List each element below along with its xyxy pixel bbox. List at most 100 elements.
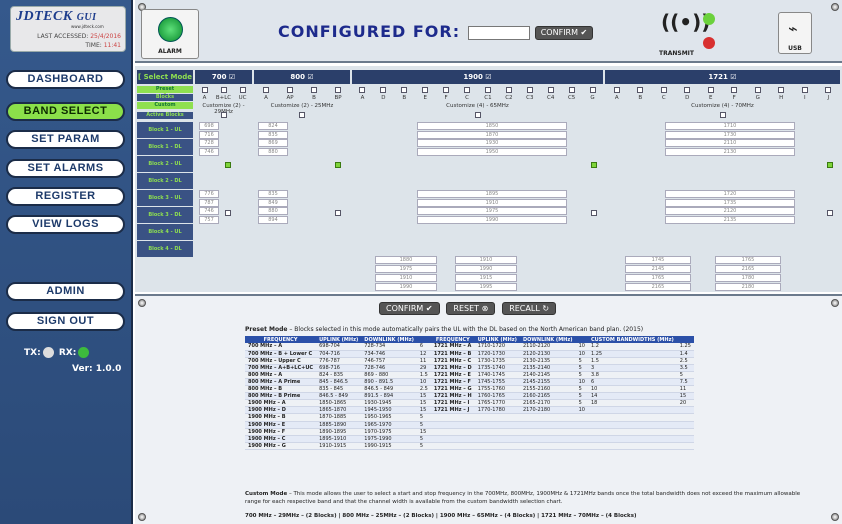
frequency-input[interactable]: 776	[199, 190, 219, 198]
frequency-input[interactable]: 2135	[665, 215, 795, 224]
nav-set-param-button[interactable]: SET PARAM	[6, 130, 125, 149]
frequency-input[interactable]: 2180	[715, 283, 781, 291]
frequency-input[interactable]: 698	[199, 122, 219, 130]
frequency-input[interactable]: 1710	[665, 122, 795, 130]
frequency-input[interactable]: 1870	[417, 130, 567, 139]
nav-view-logs-button[interactable]: VIEW LOGS	[6, 215, 125, 234]
preset-checkbox[interactable]	[443, 87, 450, 93]
sign-out-button[interactable]: SIGN OUT	[6, 312, 125, 331]
frequency-input[interactable]: 716	[199, 130, 219, 139]
frequency-input[interactable]: 1910	[375, 274, 437, 282]
preset-checkbox[interactable]	[660, 87, 667, 93]
frequency-input[interactable]: 1910	[417, 198, 567, 207]
preset-checkbox[interactable]	[637, 87, 644, 93]
frequency-input[interactable]: 849	[258, 198, 288, 207]
frequency-input[interactable]: 880	[258, 207, 288, 215]
preset-checkbox[interactable]	[589, 87, 596, 93]
nav-dashboard-button[interactable]: DASHBOARD	[6, 70, 125, 89]
table-header: FREQUENCY	[245, 336, 317, 343]
configured-for-input[interactable]	[468, 26, 530, 40]
preset-checkbox[interactable]	[825, 87, 832, 93]
confirm-button[interactable]: CONFIRM ✔	[379, 302, 440, 315]
preset-checkbox[interactable]	[401, 87, 408, 93]
frequency-input[interactable]: 1950	[417, 147, 567, 156]
frequency-input[interactable]: 2120	[665, 207, 795, 215]
preset-checkbox[interactable]	[464, 87, 471, 93]
frequency-input[interactable]: 1990	[455, 265, 517, 273]
preset-checkbox[interactable]	[613, 87, 620, 93]
frequency-input[interactable]: 728	[199, 139, 219, 147]
frequency-input[interactable]: 2165	[715, 265, 781, 273]
preset-checkbox[interactable]	[754, 87, 761, 93]
preset-checkbox[interactable]	[311, 87, 317, 93]
preset-checkbox[interactable]	[684, 87, 691, 93]
frequency-input[interactable]: 1765	[625, 274, 691, 282]
frequency-input[interactable]: 1730	[665, 130, 795, 139]
preset-checkbox[interactable]	[239, 87, 246, 93]
active-blocks-checkbox[interactable]	[474, 112, 481, 118]
preset-checkbox[interactable]	[568, 87, 575, 93]
frequency-input[interactable]: 1910	[455, 256, 517, 264]
frequency-input[interactable]: 1850	[417, 122, 567, 130]
frequency-input[interactable]: 869	[258, 139, 288, 147]
frequency-input[interactable]: 1915	[455, 274, 517, 282]
frequency-input[interactable]: 1880	[375, 256, 437, 264]
frequency-input[interactable]: 824	[258, 122, 288, 130]
nav-set-alarms-button[interactable]: SET ALARMS	[6, 159, 125, 178]
frequency-input[interactable]: 1895	[417, 190, 567, 198]
active-blocks-checkbox[interactable]	[719, 112, 726, 118]
frequency-input[interactable]: 1995	[455, 283, 517, 291]
frequency-input[interactable]: 1990	[375, 283, 437, 291]
block-checkbox[interactable]	[225, 210, 231, 216]
preset-checkbox[interactable]	[380, 87, 387, 93]
frequency-input[interactable]: 2145	[625, 265, 691, 273]
preset-checkbox[interactable]	[731, 87, 738, 93]
frequency-input[interactable]: 787	[199, 198, 219, 207]
preset-checkbox[interactable]	[287, 87, 293, 93]
frequency-input[interactable]: 1745	[625, 256, 691, 264]
frequency-input[interactable]: 1765	[715, 256, 781, 264]
frequency-input[interactable]: 894	[258, 215, 288, 224]
block-checkbox[interactable]	[591, 210, 597, 216]
preset-checkbox[interactable]	[505, 87, 512, 93]
preset-checkbox[interactable]	[359, 87, 366, 93]
frequency-input[interactable]: 1975	[417, 207, 567, 215]
active-blocks-checkbox[interactable]	[220, 112, 227, 118]
frequency-input[interactable]: 1720	[665, 190, 795, 198]
preset-checkbox[interactable]	[801, 87, 808, 93]
frequency-input[interactable]: 1930	[417, 139, 567, 147]
frequency-input[interactable]: 1990	[417, 215, 567, 224]
frequency-input[interactable]: 2110	[665, 139, 795, 147]
preset-checkbox[interactable]	[526, 87, 533, 93]
preset-checkbox[interactable]	[484, 87, 491, 93]
frequency-input[interactable]: 757	[199, 215, 219, 224]
preset-checkbox[interactable]	[707, 87, 714, 93]
configured-confirm-button[interactable]: CONFIRM ✔	[535, 26, 593, 40]
preset-checkbox[interactable]	[263, 87, 269, 93]
frequency-input[interactable]: 2130	[665, 147, 795, 156]
block-checkbox[interactable]	[335, 210, 341, 216]
preset-checkbox[interactable]	[220, 87, 227, 93]
nav-admin-button[interactable]: ADMIN	[6, 282, 125, 301]
block-checkbox[interactable]	[827, 210, 833, 216]
recall-button[interactable]: RECALL ↻	[502, 302, 557, 315]
nav-register-button[interactable]: REGISTER	[6, 187, 125, 206]
frequency-input[interactable]: 2165	[625, 283, 691, 291]
frequency-input[interactable]: 1780	[715, 274, 781, 282]
frequency-input[interactable]: 835	[258, 190, 288, 198]
frequency-input[interactable]: 746	[199, 147, 219, 156]
preset-checkbox[interactable]	[778, 87, 785, 93]
preset-checkbox[interactable]	[201, 87, 208, 93]
frequency-input[interactable]: 835	[258, 130, 288, 139]
nav-band-select-button[interactable]: BAND SELECT	[6, 102, 125, 121]
frequency-input[interactable]: 746	[199, 207, 219, 215]
preset-checkbox[interactable]	[547, 87, 554, 93]
preset-checkbox[interactable]	[335, 87, 341, 93]
frequency-input[interactable]: 880	[258, 147, 288, 156]
active-blocks-checkbox[interactable]	[299, 112, 305, 118]
frequency-input[interactable]: 1975	[375, 265, 437, 273]
frequency-input[interactable]: 1735	[665, 198, 795, 207]
preset-checkbox[interactable]	[422, 87, 429, 93]
reset-button[interactable]: RESET ⊗	[446, 302, 496, 315]
table-header	[575, 336, 588, 343]
